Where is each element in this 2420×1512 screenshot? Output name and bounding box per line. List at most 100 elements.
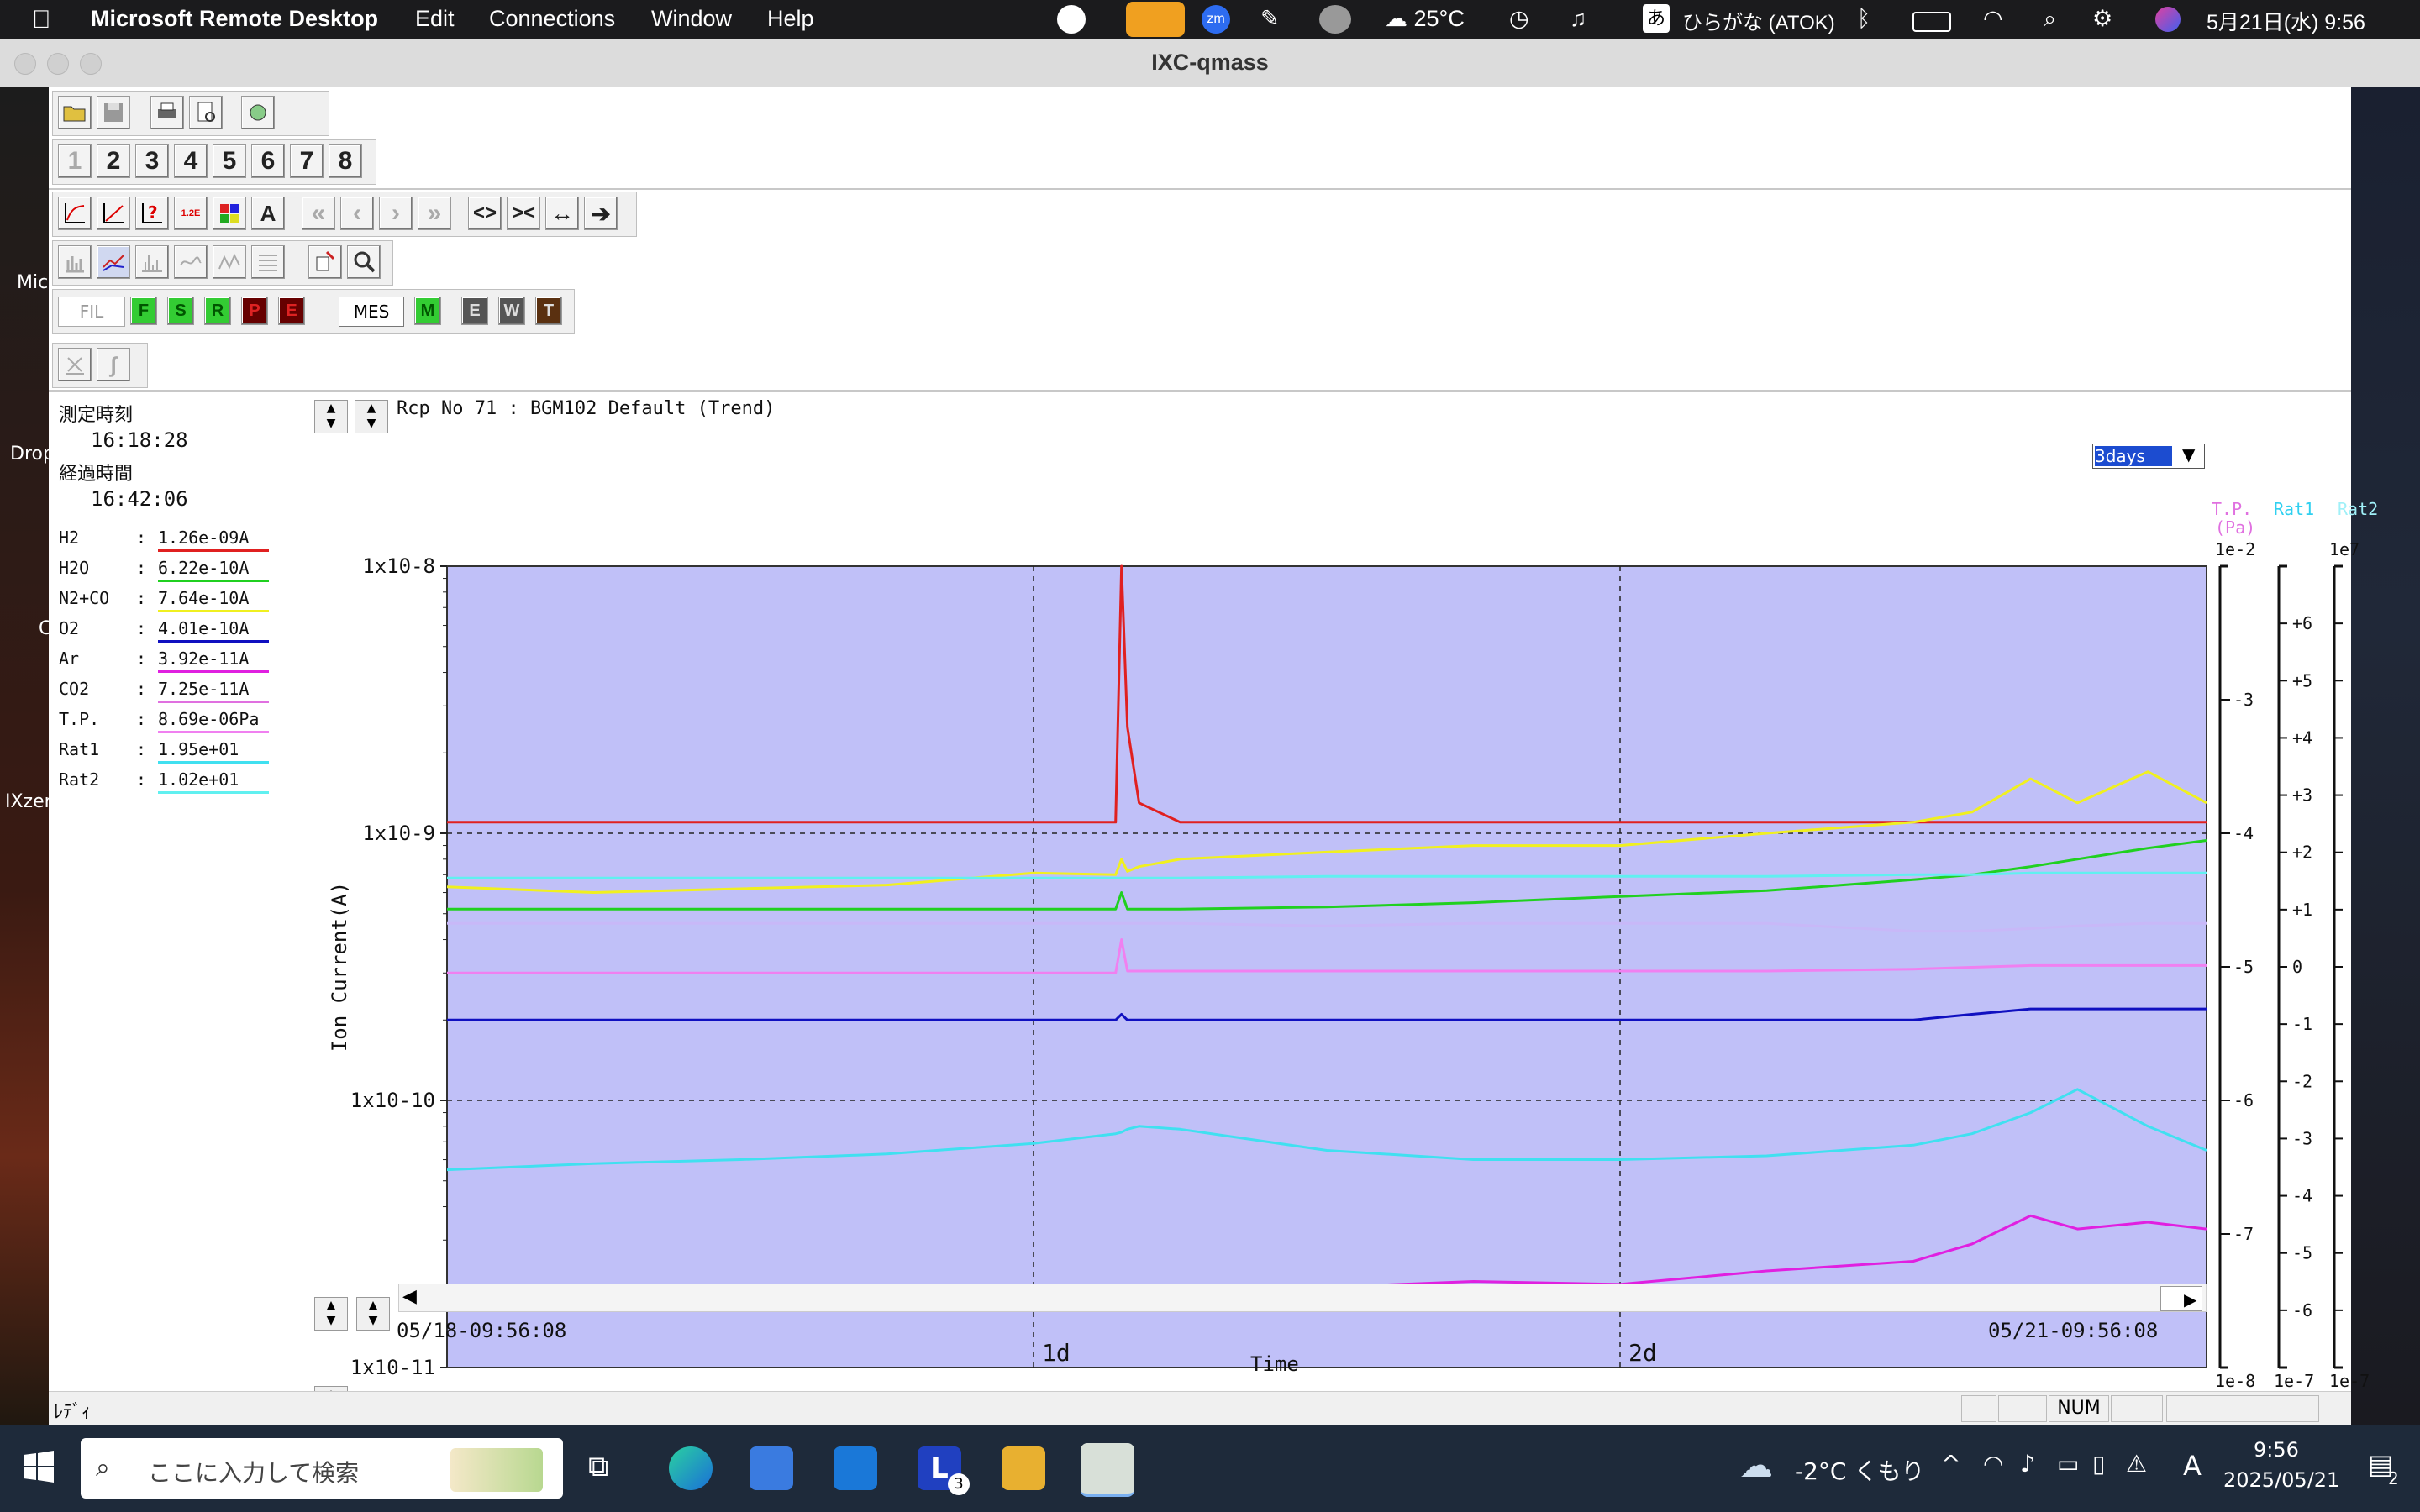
x-pan-spinner[interactable]: ▲ ▼ xyxy=(356,1297,390,1331)
bar-graph-button[interactable] xyxy=(58,245,92,279)
taskbar-date[interactable]: 2025/05/21 xyxy=(2223,1468,2339,1492)
mode-p-button[interactable]: P xyxy=(241,297,268,325)
channel-6-button[interactable]: 6 xyxy=(251,144,285,178)
bluetooth-icon[interactable]: ᛒ xyxy=(1857,6,1870,32)
microsoft-store-icon[interactable] xyxy=(750,1446,793,1490)
scroll-next-button[interactable]: › xyxy=(379,197,413,230)
menu-ime[interactable]: ひらがな (ATOK) xyxy=(1682,6,1835,35)
taskbar-weather[interactable]: -2°C くもり xyxy=(1795,1453,1924,1487)
channel-row: O2:4.01e-10A xyxy=(59,617,311,645)
menu-window[interactable]: Window xyxy=(651,6,732,32)
open-button[interactable] xyxy=(58,96,92,129)
mode-m-button[interactable]: M xyxy=(414,297,441,325)
zoom-out-x-button[interactable]: >< xyxy=(507,197,540,230)
battery-icon[interactable] xyxy=(1912,12,1951,32)
channel-7-button[interactable]: 7 xyxy=(290,144,324,178)
calc-toolbar: ∫ xyxy=(52,343,148,388)
measure-button[interactable]: MES xyxy=(339,297,404,327)
taskbar-time[interactable]: 9:56 xyxy=(2254,1438,2299,1462)
scroll-prev-button[interactable]: ‹ xyxy=(340,197,374,230)
time-machine-icon[interactable]: ◷ xyxy=(1509,6,1529,32)
print-button[interactable] xyxy=(150,96,184,129)
qulee-app-icon[interactable] xyxy=(1081,1443,1134,1497)
defender-icon[interactable]: ⚠ xyxy=(2126,1450,2147,1478)
auto-scale-button[interactable]: ? xyxy=(135,197,169,230)
mode-r-button[interactable]: R xyxy=(204,297,231,325)
analog-graph-button[interactable] xyxy=(174,245,208,279)
font-button[interactable]: A xyxy=(251,197,285,230)
apple-icon[interactable]:  xyxy=(32,6,51,34)
menu-clock[interactable]: 5月21日(水) 9:56 xyxy=(2207,6,2365,36)
network-icon[interactable]: ◠ xyxy=(1983,1450,2003,1478)
edge-browser-icon[interactable] xyxy=(669,1446,713,1490)
mode-e2-button[interactable]: E xyxy=(461,297,488,325)
mode-e-button[interactable]: E xyxy=(278,297,305,325)
mode-f-button[interactable]: F xyxy=(130,297,157,325)
zoom-in-x-button[interactable]: <> xyxy=(468,197,502,230)
magnify-button[interactable] xyxy=(347,245,381,279)
menu-edit[interactable]: Edit xyxy=(415,6,455,32)
save-button[interactable] xyxy=(97,96,130,129)
file-explorer-icon[interactable] xyxy=(1002,1446,1045,1490)
windows-taskbar: ⌕ ここに入力して検索 ⧉ L 3 ☁ -2°C くもり ^ ◠ ♪ ▭ ▯ ⚠… xyxy=(0,1425,2420,1512)
scroll-right-icon[interactable]: ▶ xyxy=(2184,1289,2196,1310)
ime-indicator[interactable]: A xyxy=(2183,1450,2202,1482)
print-preview-button[interactable] xyxy=(189,96,223,129)
calc-button[interactable] xyxy=(58,348,92,381)
microphone-icon[interactable] xyxy=(1126,2,1185,37)
control-center-icon[interactable]: ⚙ xyxy=(2092,6,2112,32)
vpn-icon[interactable] xyxy=(1319,5,1351,34)
mode-s-button[interactable]: S xyxy=(167,297,194,325)
channel-3-button[interactable]: 3 xyxy=(135,144,169,178)
channel-separator: : xyxy=(136,648,147,669)
search-icon[interactable]: ⌕ xyxy=(2044,6,2056,33)
spectrum-graph-button[interactable] xyxy=(135,245,169,279)
scroll-last-button[interactable]: » xyxy=(418,197,451,230)
device-icon[interactable]: ▯ xyxy=(2092,1450,2105,1478)
siri-icon[interactable] xyxy=(2155,7,2181,32)
notification-count: 2 xyxy=(2388,1468,2399,1488)
log-axis-button[interactable] xyxy=(97,197,130,230)
channel-name: CO2 xyxy=(59,679,90,699)
channel-2-button[interactable]: 2 xyxy=(97,144,130,178)
menu-connections[interactable]: Connections xyxy=(489,6,615,32)
color-settings-button[interactable] xyxy=(213,197,246,230)
realtime-button[interactable]: ➔ xyxy=(584,197,618,230)
fit-x-button[interactable]: ↔ xyxy=(545,197,579,230)
scroll-left-icon[interactable]: ◀ xyxy=(402,1286,417,1307)
exponent-format-button[interactable]: 1.2E xyxy=(174,197,208,230)
battery-tray-icon[interactable]: ▭ xyxy=(2057,1450,2079,1478)
shazam-icon[interactable] xyxy=(1057,5,1086,34)
cursor-button[interactable] xyxy=(308,245,342,279)
volume-icon[interactable]: ♪ xyxy=(2020,1450,2035,1478)
headphones-icon[interactable]: ♫ xyxy=(1570,6,1586,32)
channel-1-button[interactable]: 1 xyxy=(58,144,92,178)
linear-axis-button[interactable] xyxy=(58,197,92,230)
channel-4-button[interactable]: 4 xyxy=(174,144,208,178)
taskbar-search-box[interactable]: ⌕ ここに入力して検索 xyxy=(81,1438,563,1499)
setup-button[interactable] xyxy=(241,96,275,129)
windows-start-icon[interactable] xyxy=(22,1450,55,1483)
menu-app-name[interactable]: Microsoft Remote Desktop xyxy=(91,6,378,32)
tray-chevron-icon[interactable]: ^ xyxy=(1941,1450,1960,1478)
scroll-first-button[interactable]: « xyxy=(302,197,335,230)
zoom-icon[interactable]: zm xyxy=(1202,5,1230,34)
menu-help[interactable]: Help xyxy=(767,6,814,32)
filament-indicator[interactable]: FIL xyxy=(58,297,125,327)
wifi-icon[interactable]: ◠ xyxy=(1983,6,2003,32)
input-method-icon[interactable]: あ xyxy=(1643,4,1670,33)
integral-button[interactable]: ∫ xyxy=(97,348,130,381)
mode-t-button[interactable]: T xyxy=(535,297,562,325)
table-view-button[interactable] xyxy=(251,245,285,279)
trend-graph-button[interactable] xyxy=(97,245,130,279)
mail-icon[interactable] xyxy=(834,1446,877,1490)
channel-5-button[interactable]: 5 xyxy=(213,144,246,178)
menu-weather[interactable]: ☁ 25°C xyxy=(1385,6,1465,32)
pen-icon[interactable]: ✎ xyxy=(1260,6,1280,32)
horizontal-scrollbar[interactable]: ◀ ▶ xyxy=(398,1284,2207,1312)
x-offset-spinner[interactable]: ▲ ▼ xyxy=(314,1297,348,1331)
leak-graph-button[interactable] xyxy=(213,245,246,279)
channel-8-button[interactable]: 8 xyxy=(329,144,362,178)
task-view-icon[interactable]: ⧉ xyxy=(588,1450,608,1483)
mode-w-button[interactable]: W xyxy=(498,297,525,325)
